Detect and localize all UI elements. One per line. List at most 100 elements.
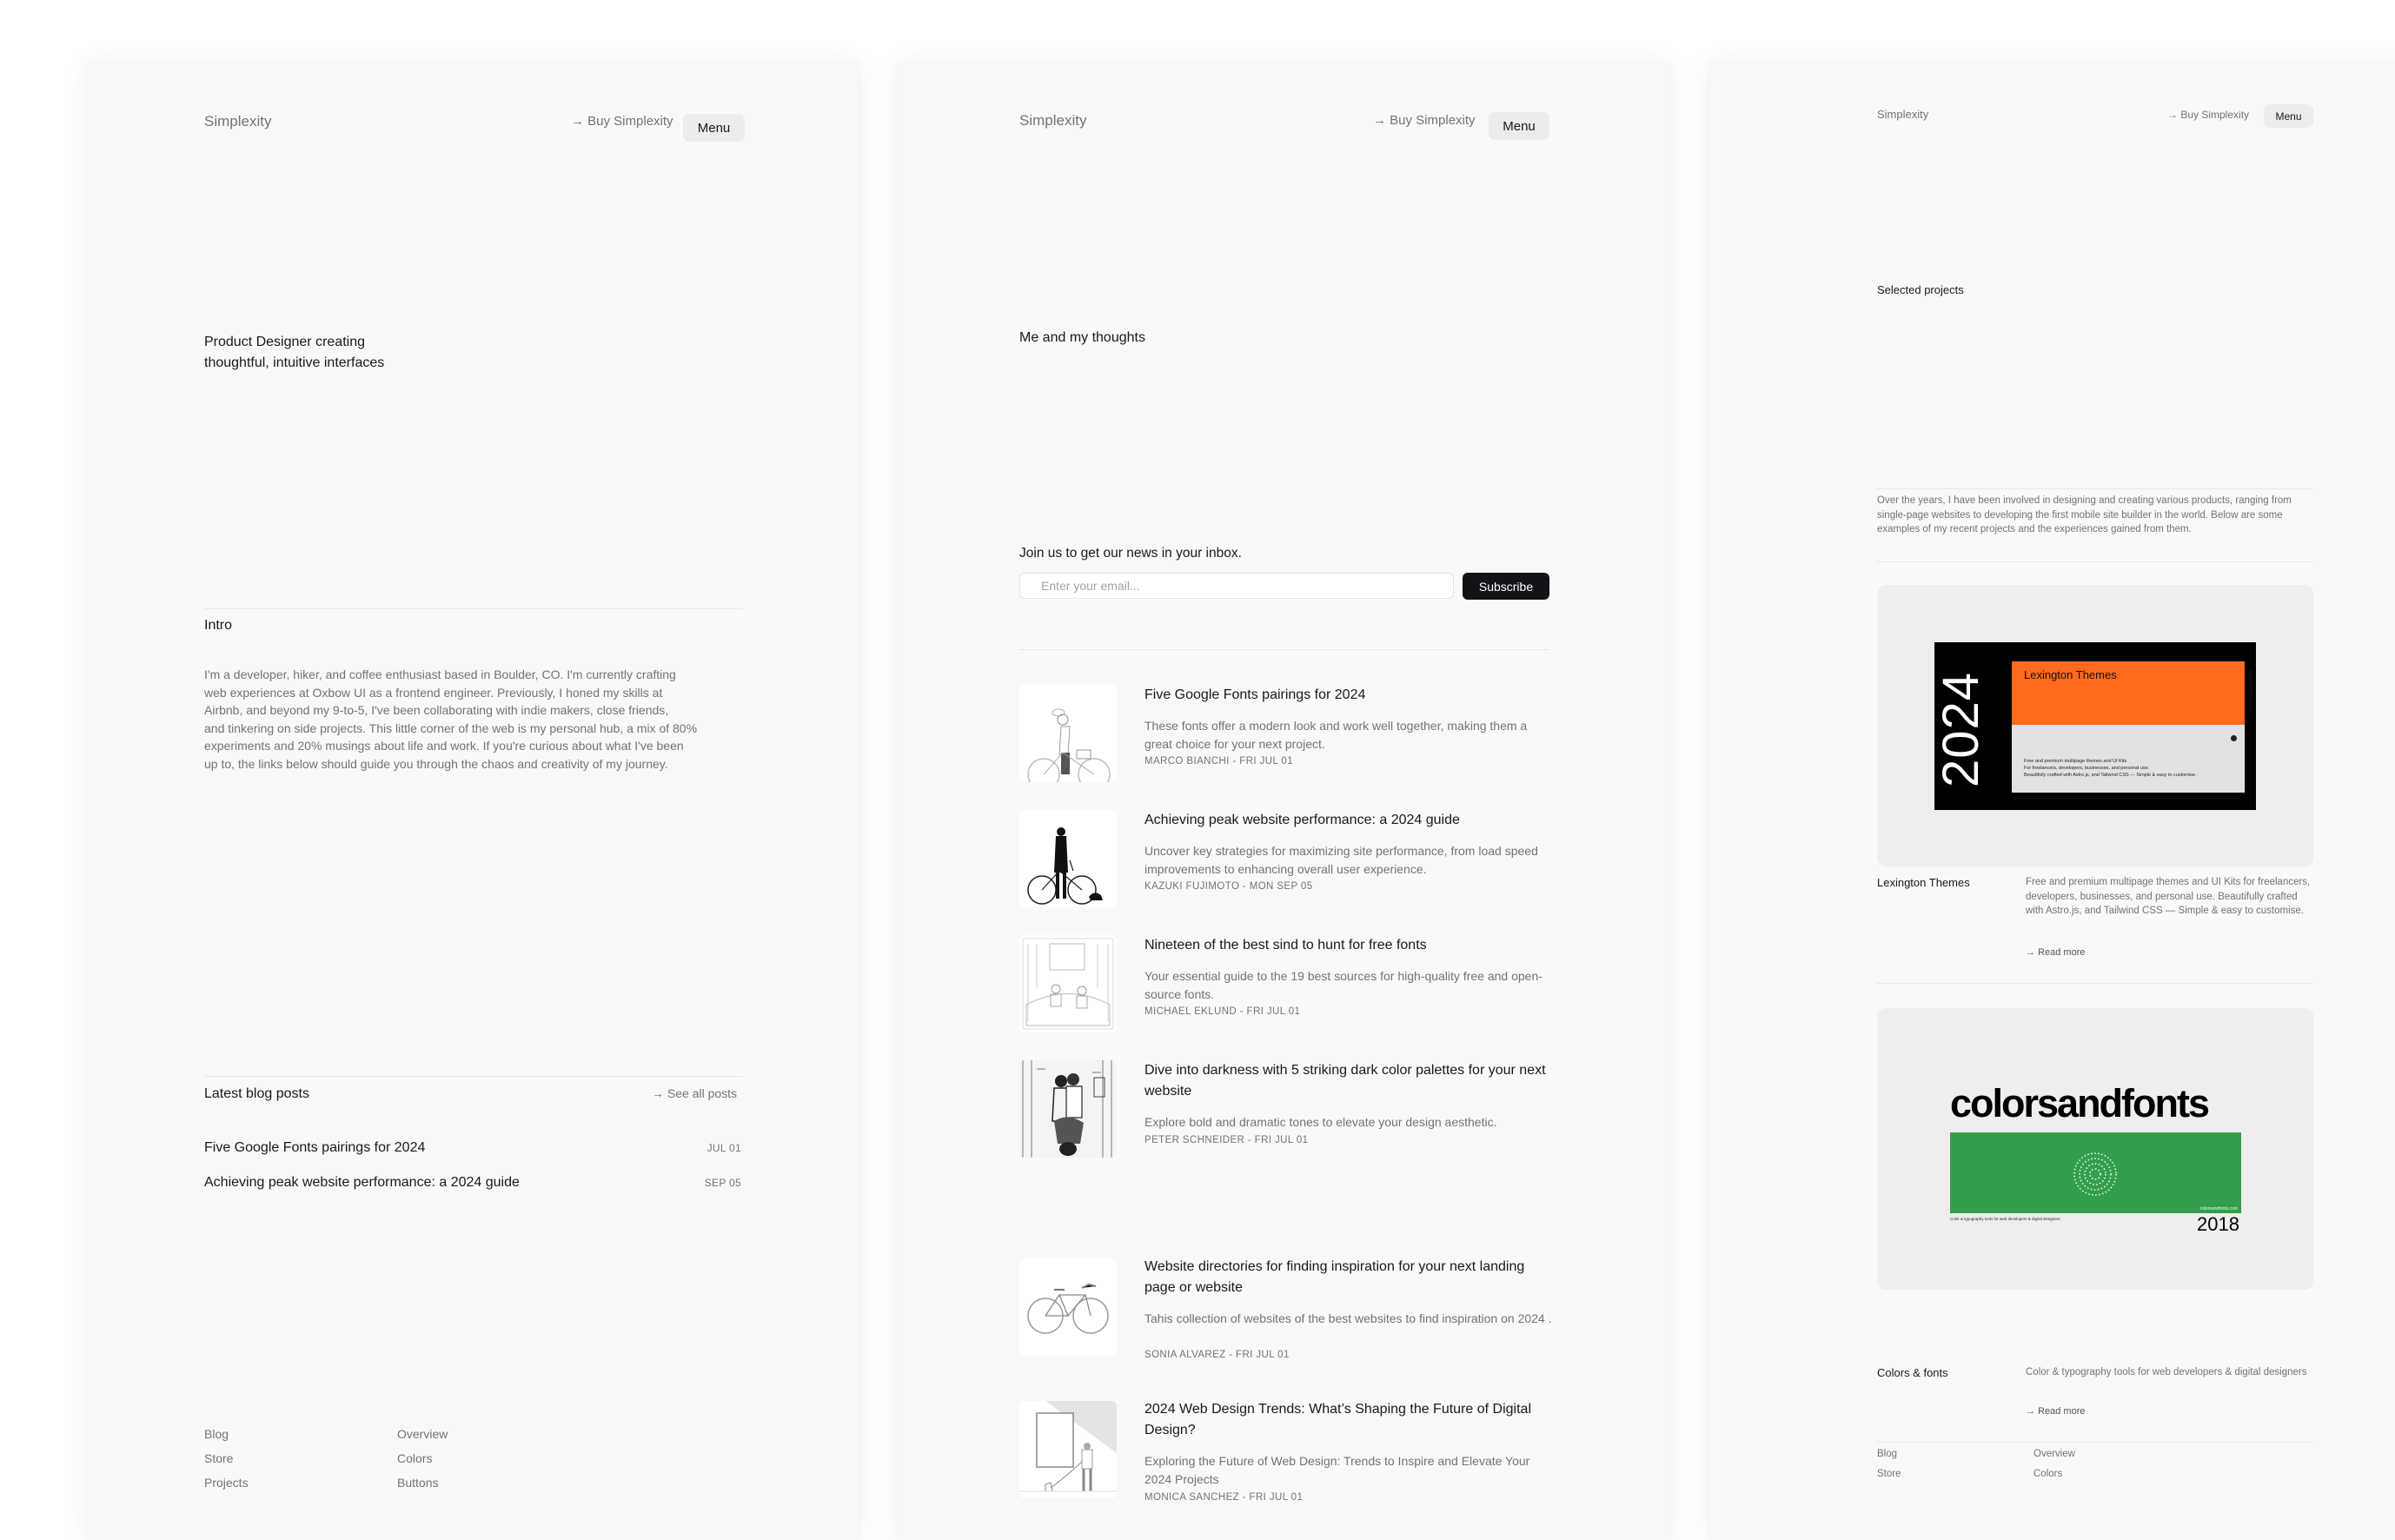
article-description: These fonts offer a modern look and work… [1144, 719, 1528, 751]
email-input[interactable] [1019, 573, 1454, 599]
article-meta: PETER SCHNEIDER - FRI JUL 01 [1144, 1135, 1309, 1145]
intro-line: Airbnb, and beyond my 9-to-5, I've been … [204, 703, 669, 717]
footer-link-overview[interactable]: Overview [397, 1427, 448, 1441]
footer-link-projects[interactable]: Projects [204, 1476, 249, 1490]
article-meta: MONICA SANCHEZ - FRI JUL 01 [1144, 1492, 1304, 1503]
intro-heading: Intro [204, 618, 233, 633]
intro-line: experiments and 20% musings about life a… [204, 739, 684, 753]
projects-intro: Over the years, I have been involved in … [1877, 495, 2292, 534]
project-description: Free and premium multipage themes and UI… [2026, 877, 2311, 916]
footer-link-store[interactable]: Store [1877, 1469, 1901, 1479]
cover-domain: lexingtonthemes.com [2247, 669, 2253, 711]
hero-line-1: Product Designer creating [204, 335, 365, 349]
article-description: Your essential guide to the 19 best sour… [1144, 969, 1542, 1001]
footer-link-blog[interactable]: Blog [1877, 1449, 1897, 1459]
project-description: Color & typography tools for web develop… [2026, 1367, 2307, 1377]
see-all-posts-link[interactable]: → See all posts [652, 1086, 737, 1100]
subscribe-button[interactable]: Subscribe [1463, 573, 1549, 600]
menu-button[interactable]: Menu [1489, 112, 1549, 140]
article-description: Tahis collection of websites of the best… [1144, 1311, 1552, 1325]
divider [1019, 649, 1549, 650]
hero-line-2: thoughtful, intuitive interfaces [204, 355, 385, 370]
cover-orange-band: Lexington Themes lexingtonthemes.com [2012, 661, 2252, 725]
project-name[interactable]: Colors & fonts [1877, 1366, 1948, 1379]
room-sketch-illustration [1019, 935, 1117, 1032]
divider [1877, 561, 2313, 562]
article-item[interactable]: Website directories for finding inspirat… [1019, 1257, 1558, 1361]
man-looking-at-frame-illustration [1019, 1401, 1117, 1498]
brand-logo[interactable]: Simplexity [204, 113, 271, 130]
brand-logo[interactable]: Simplexity [1019, 112, 1086, 129]
article-meta: MICHAEL EKLUND - FRI JUL 01 [1144, 1006, 1301, 1017]
post-date: SEP 05 [704, 1177, 741, 1189]
divider [204, 1076, 743, 1077]
article-description: Explore bold and dramatic tones to eleva… [1144, 1115, 1497, 1129]
article-item[interactable]: Nineteen of the best sind to hunt for fr… [1019, 935, 1558, 1039]
buy-simplexity-link[interactable]: → Buy Simplexity [571, 114, 673, 129]
cover-wordmark: colorsandfonts [1950, 1081, 2210, 1125]
scooter-street-illustration [1019, 1060, 1117, 1158]
article-title[interactable]: Website directories for finding inspirat… [1144, 1257, 1555, 1298]
post-date: JUL 01 [707, 1142, 741, 1154]
intro-line: I'm a developer, hiker, and coffee enthu… [204, 667, 676, 681]
article-title[interactable]: Achieving peak website performance: a 20… [1144, 810, 1555, 831]
cover-tagline: Color & typography tools for web develop… [1950, 1217, 2060, 1221]
article-title[interactable]: Nineteen of the best sind to hunt for fr… [1144, 935, 1555, 956]
intro-text: I'm a developer, hiker, and coffee enthu… [204, 666, 752, 773]
bicycle-sketch-illustration [1019, 1258, 1117, 1356]
footer-link-colors[interactable]: Colors [397, 1451, 432, 1465]
divider [1877, 1442, 2313, 1443]
project-name[interactable]: Lexington Themes [1877, 876, 1970, 889]
article-item[interactable]: Dive into darkness with 5 striking dark … [1019, 1060, 1558, 1165]
cover-year: 2018 [2197, 1213, 2239, 1235]
post-title[interactable]: Five Google Fonts pairings for 2024 [204, 1140, 425, 1156]
lexington-cover: 2024 Lexington Themes lexingtonthemes.co… [1934, 642, 2256, 810]
article-item[interactable]: Achieving peak website performance: a 20… [1019, 810, 1558, 914]
article-item[interactable]: Five Google Fonts pairings for 2024 Thes… [1019, 685, 1558, 789]
footer-link-blog[interactable]: Blog [204, 1427, 229, 1441]
cover-line: Free and premium multipage themes and UI… [2024, 759, 2127, 764]
article-description: Exploring the Future of Web Design: Tren… [1144, 1454, 1530, 1486]
page-title: Selected projects [1877, 283, 1964, 296]
buy-simplexity-link[interactable]: → Buy Simplexity [1373, 113, 1476, 128]
newsletter-label: Join us to get our news in your inbox. [1019, 546, 1242, 561]
page-title: Me and my thoughts [1019, 330, 1145, 345]
read-more-link[interactable]: → Read more [2026, 947, 2085, 958]
cover-title: Lexington Themes [2024, 668, 2117, 681]
buy-simplexity-link[interactable]: → Buy Simplexity [2167, 109, 2249, 121]
footer-link-colors[interactable]: Colors [2033, 1469, 2062, 1479]
cover-grey-band: Free and premium multipage themes and UI… [2012, 725, 2245, 793]
cover-year-wrap: 2024 [1934, 668, 1990, 790]
home-page-panel: Simplexity → Buy Simplexity Menu Product… [87, 63, 859, 1540]
article-item[interactable]: 2024 Web Design Trends: What’s Shaping t… [1019, 1399, 1558, 1503]
article-title[interactable]: 2024 Web Design Trends: What’s Shaping t… [1144, 1399, 1555, 1441]
cover-line: Beautifully crafted with Astro.js, and T… [2024, 773, 2197, 778]
cover-year: 2024 [1933, 671, 1990, 787]
article-description: Uncover key strategies for maximizing si… [1144, 844, 1538, 876]
projects-page-panel: Simplexity → Buy Simplexity Menu Selecte… [1709, 63, 2395, 1540]
menu-button[interactable]: Menu [2264, 104, 2313, 128]
article-title[interactable]: Dive into darkness with 5 striking dark … [1144, 1060, 1555, 1102]
project-card-colorsandfonts[interactable]: colorsandfonts colorsandfonts.com Color … [1877, 1008, 2313, 1290]
latest-posts-heading: Latest blog posts [204, 1086, 309, 1101]
latest-post-row[interactable]: Five Google Fonts pairings for 2024 JUL … [204, 1140, 741, 1156]
menu-button[interactable]: Menu [683, 114, 745, 142]
man-with-bicycle-and-dog-illustration [1019, 810, 1117, 907]
cover-lines: Free and premium multipage themes and UI… [2024, 758, 2196, 779]
intro-line: up to, the links below should guide you … [204, 756, 668, 771]
read-more-link[interactable]: → Read more [2026, 1406, 2085, 1417]
latest-post-row[interactable]: Achieving peak website performance: a 20… [204, 1175, 741, 1191]
dot-circle-icon [2073, 1152, 2117, 1196]
divider [204, 608, 743, 609]
brand-logo[interactable]: Simplexity [1877, 108, 1928, 121]
cover-sun-icon [2231, 735, 2237, 741]
divider [1877, 983, 2313, 984]
article-title[interactable]: Five Google Fonts pairings for 2024 [1144, 685, 1555, 706]
footer-link-buttons[interactable]: Buttons [397, 1476, 438, 1490]
footer-link-store[interactable]: Store [204, 1451, 233, 1465]
footer-link-overview[interactable]: Overview [2033, 1449, 2075, 1459]
post-title[interactable]: Achieving peak website performance: a 20… [204, 1175, 520, 1191]
cover-line: For freelancers, developers, businesses,… [2024, 766, 2150, 771]
cover-domain: colorsandfonts.com [2199, 1206, 2238, 1211]
project-card-lexington[interactable]: 2024 Lexington Themes lexingtonthemes.co… [1877, 585, 2313, 866]
